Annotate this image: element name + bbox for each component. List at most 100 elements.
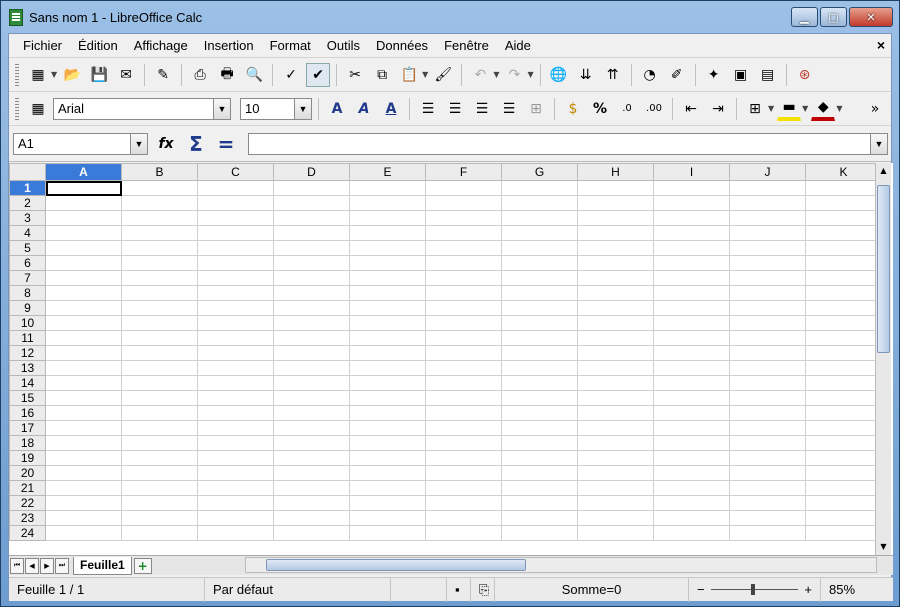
menu-edition[interactable]: Édition (70, 38, 126, 53)
cell[interactable] (45, 345, 122, 361)
cell[interactable] (45, 450, 122, 466)
cell[interactable] (805, 375, 882, 391)
cell[interactable] (349, 180, 426, 196)
cell[interactable] (273, 375, 350, 391)
cell[interactable] (45, 270, 122, 286)
cell[interactable] (425, 210, 502, 226)
insert-mode[interactable] (391, 577, 447, 602)
maximize-button[interactable]: □ (820, 7, 847, 27)
cell[interactable] (273, 240, 350, 256)
cell[interactable] (273, 435, 350, 451)
cell[interactable] (425, 480, 502, 496)
cell[interactable] (653, 180, 730, 196)
cell[interactable] (577, 390, 654, 406)
cell[interactable] (653, 300, 730, 316)
cell[interactable] (197, 240, 274, 256)
cell[interactable] (349, 495, 426, 511)
cell[interactable] (273, 270, 350, 286)
cell[interactable] (349, 300, 426, 316)
cell[interactable] (197, 465, 274, 481)
cell[interactable] (805, 210, 882, 226)
cell[interactable] (729, 255, 806, 271)
cell[interactable] (425, 450, 502, 466)
menu-outils[interactable]: Outils (319, 38, 368, 53)
draw-functions-icon[interactable]: ✐ (665, 63, 689, 87)
cell[interactable] (197, 510, 274, 526)
cell[interactable] (729, 480, 806, 496)
cell[interactable] (577, 285, 654, 301)
row-header[interactable]: 24 (9, 525, 46, 541)
cell[interactable] (425, 285, 502, 301)
cell[interactable] (273, 465, 350, 481)
row-header[interactable]: 21 (9, 480, 46, 496)
cell[interactable] (45, 330, 122, 346)
cell[interactable] (121, 495, 198, 511)
cell[interactable] (805, 240, 882, 256)
currency-format-icon[interactable]: $ (561, 97, 585, 121)
scroll-down-icon[interactable]: ▼ (876, 539, 891, 555)
data-sources-icon[interactable]: ▤ (756, 63, 780, 87)
cell[interactable] (729, 195, 806, 211)
cell[interactable] (425, 495, 502, 511)
cell[interactable] (577, 435, 654, 451)
cell[interactable] (45, 465, 122, 481)
cell[interactable] (501, 435, 578, 451)
cell[interactable] (501, 330, 578, 346)
font-size-combo[interactable]: 10 ▼ (240, 97, 312, 120)
cell[interactable] (425, 525, 502, 541)
cell[interactable] (45, 195, 122, 211)
cell[interactable] (45, 435, 122, 451)
row-header[interactable]: 10 (9, 315, 46, 331)
cell[interactable] (653, 465, 730, 481)
cell[interactable] (729, 240, 806, 256)
cell[interactable] (805, 405, 882, 421)
horizontal-scroll-thumb[interactable] (266, 559, 526, 571)
cell[interactable] (121, 420, 198, 436)
cell[interactable] (653, 270, 730, 286)
selection-mode-icon[interactable]: ▪ (447, 577, 471, 602)
cell[interactable] (197, 180, 274, 196)
cell[interactable] (729, 330, 806, 346)
cell[interactable] (121, 525, 198, 541)
cell[interactable] (121, 180, 198, 196)
increase-indent-icon[interactable]: ⇥ (706, 97, 730, 121)
cell[interactable] (121, 510, 198, 526)
last-sheet-icon[interactable]: ⏭ (55, 557, 69, 574)
cell[interactable] (197, 345, 274, 361)
sort-ascending-icon[interactable]: ⇊ (574, 63, 598, 87)
more-options-icon[interactable]: » (863, 97, 887, 121)
cell[interactable] (653, 255, 730, 271)
percent-format-icon[interactable]: % (588, 97, 612, 121)
chevron-down-icon[interactable]: ▼ (130, 133, 147, 154)
cell[interactable] (577, 360, 654, 376)
cell[interactable] (653, 480, 730, 496)
cell[interactable] (653, 525, 730, 541)
scroll-up-icon[interactable]: ▲ (876, 163, 891, 179)
cell[interactable] (805, 180, 882, 196)
cell[interactable] (273, 210, 350, 226)
zoom-slider[interactable]: − + (689, 577, 821, 602)
cell[interactable] (501, 480, 578, 496)
cell[interactable] (729, 315, 806, 331)
row-header[interactable]: 8 (9, 285, 46, 301)
prev-sheet-icon[interactable]: ◀ (25, 557, 39, 574)
cell[interactable] (729, 525, 806, 541)
cell[interactable] (501, 180, 578, 196)
cell[interactable] (349, 510, 426, 526)
name-box[interactable]: A1 ▼ (13, 132, 148, 155)
cell[interactable] (349, 420, 426, 436)
spreadsheet-grid[interactable]: ABCDEFGHIJK 1 2 3 4 5 6 7 8 9 10 11 12 13 14 15 16 17 18 1… (9, 163, 893, 555)
decrease-indent-icon[interactable]: ⇤ (679, 97, 703, 121)
clone-formatting-icon[interactable]: 🖌 (431, 63, 455, 87)
cell[interactable] (273, 195, 350, 211)
cell[interactable] (45, 180, 122, 196)
cell[interactable] (121, 330, 198, 346)
cell[interactable] (653, 360, 730, 376)
add-decimal-icon[interactable]: .0 (615, 97, 639, 121)
cell[interactable] (805, 270, 882, 286)
cell[interactable] (273, 300, 350, 316)
expand-formula-icon[interactable]: ▼ (870, 133, 887, 154)
cell[interactable] (121, 210, 198, 226)
zoom-level[interactable]: 85% (821, 578, 867, 602)
cell[interactable] (729, 375, 806, 391)
